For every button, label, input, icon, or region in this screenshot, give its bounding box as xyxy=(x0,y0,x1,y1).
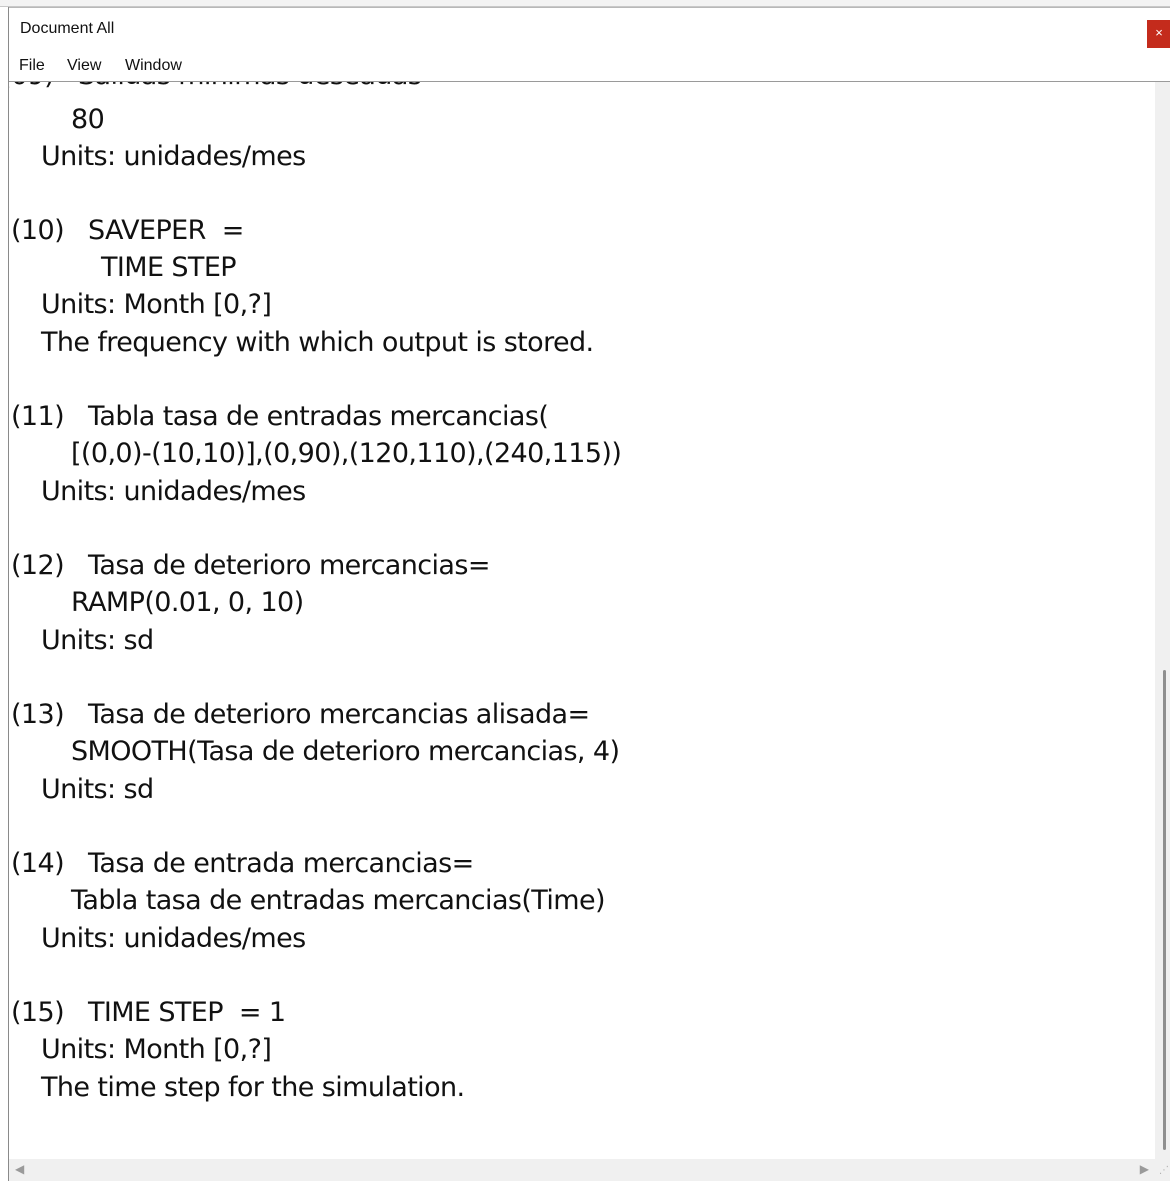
close-button[interactable]: × xyxy=(1147,20,1170,48)
equation-units: Units: unidades/mes xyxy=(41,141,306,172)
equation-units: Units: sd xyxy=(41,774,154,805)
document-window: Document All × File View Window (09) Sal… xyxy=(8,7,1170,1181)
resize-corner[interactable]: ⋰ xyxy=(1155,1159,1170,1181)
menu-file[interactable]: File xyxy=(19,57,45,75)
resize-grip-icon[interactable]: ⋰ xyxy=(1159,1165,1169,1176)
menu-window[interactable]: Window xyxy=(125,57,182,75)
vertical-scroll-thumb[interactable] xyxy=(1163,670,1166,1150)
equation-units: Units: Month [0,?] xyxy=(41,289,272,320)
window-title: Document All xyxy=(20,20,115,37)
equation-comment: The frequency with which output is store… xyxy=(41,327,594,358)
clipped-equation-header: (09) Salidas minimas deseadas xyxy=(9,82,422,91)
equation-value: 80 xyxy=(71,104,105,135)
equation-units: Units: sd xyxy=(41,625,154,656)
equation-value: Tabla tasa de entradas mercancias(Time) xyxy=(71,885,606,916)
equation-value: [(0,0)-(10,10)],(0,90),(120,110),(240,11… xyxy=(71,438,622,469)
equation-units: Units: Month [0,?] xyxy=(41,1034,272,1065)
equation-header: (15) TIME STEP = 1 xyxy=(11,997,286,1028)
equation-header: (12) Tasa de deterioro mercancias= xyxy=(11,550,490,581)
scroll-right-icon[interactable]: ▶ xyxy=(1140,1162,1149,1176)
equation-value: TIME STEP xyxy=(101,252,237,283)
document-text-area[interactable]: (09) Salidas minimas deseadas 80 Units: … xyxy=(9,82,1155,1159)
equation-units: Units: unidades/mes xyxy=(41,476,306,507)
equation-value: SMOOTH(Tasa de deterioro mercancias, 4) xyxy=(71,736,620,767)
menu-bar: File View Window xyxy=(9,51,1170,82)
equation-units: Units: unidades/mes xyxy=(41,923,306,954)
vertical-scrollbar[interactable] xyxy=(1155,82,1170,1159)
equation-comment: The time step for the simulation. xyxy=(41,1072,465,1103)
scroll-left-icon[interactable]: ◀ xyxy=(15,1162,24,1176)
equation-header: (11) Tabla tasa de entradas mercancias( xyxy=(11,401,549,432)
equation-header: (10) SAVEPER = xyxy=(11,215,244,246)
equation-header: (13) Tasa de deterioro mercancias alisad… xyxy=(11,699,590,730)
equation-header: (14) Tasa de entrada mercancias= xyxy=(11,848,474,879)
equation-value: RAMP(0.01, 0, 10) xyxy=(71,587,304,618)
menu-view[interactable]: View xyxy=(67,57,101,75)
title-bar[interactable]: Document All × xyxy=(9,7,1170,51)
horizontal-scrollbar[interactable]: ◀ ▶ xyxy=(9,1159,1155,1181)
background-window-edge xyxy=(0,0,1170,7)
